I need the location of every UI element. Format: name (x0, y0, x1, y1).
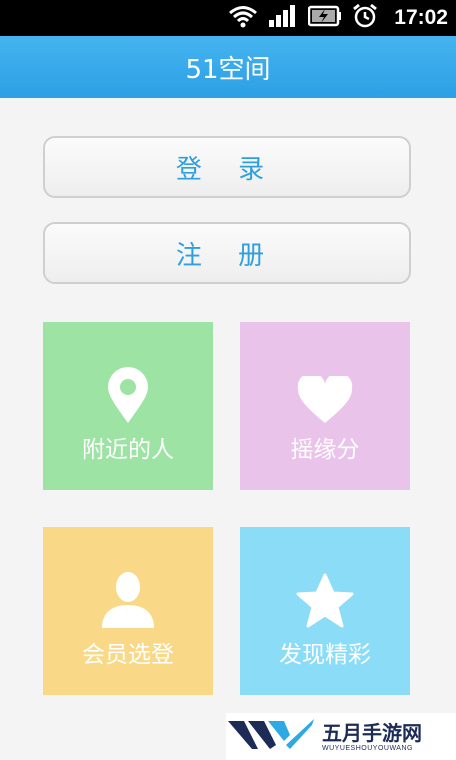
battery-charging-icon (308, 4, 342, 32)
app-title: 51空间 (185, 54, 271, 85)
register-button[interactable]: 注 册 (43, 222, 411, 284)
signal-icon (268, 4, 298, 32)
tile-label: 发现精彩 (279, 642, 371, 668)
tile-label: 附近的人 (82, 437, 174, 463)
tile-nearby-people[interactable]: 附近的人 (43, 322, 213, 490)
tile-discover[interactable]: 发现精彩 (240, 527, 410, 695)
watermark-logo-icon (226, 715, 316, 759)
watermark: 五月手游网 WUYUESHOUYOUWANG (226, 713, 456, 760)
wifi-icon (228, 4, 258, 32)
title-bar: 51空间 (0, 36, 456, 98)
status-bar: 17:02 (0, 0, 456, 36)
tile-member-login[interactable]: 会员选登 (43, 527, 213, 695)
user-icon (100, 567, 156, 629)
location-pin-icon (106, 362, 150, 424)
watermark-name: 五月手游网 (322, 721, 422, 745)
alarm-icon (352, 3, 378, 33)
heart-icon (297, 362, 353, 424)
status-icons: 17:02 (228, 0, 448, 36)
star-icon (296, 567, 354, 629)
tile-label: 摇缘分 (290, 437, 360, 463)
tile-shake-fate[interactable]: 摇缘分 (240, 322, 410, 490)
status-time: 17:02 (394, 6, 448, 29)
watermark-domain: WUYUESHOUYOUWANG (322, 745, 413, 752)
login-button[interactable]: 登 录 (43, 136, 411, 198)
tile-label: 会员选登 (82, 642, 174, 668)
